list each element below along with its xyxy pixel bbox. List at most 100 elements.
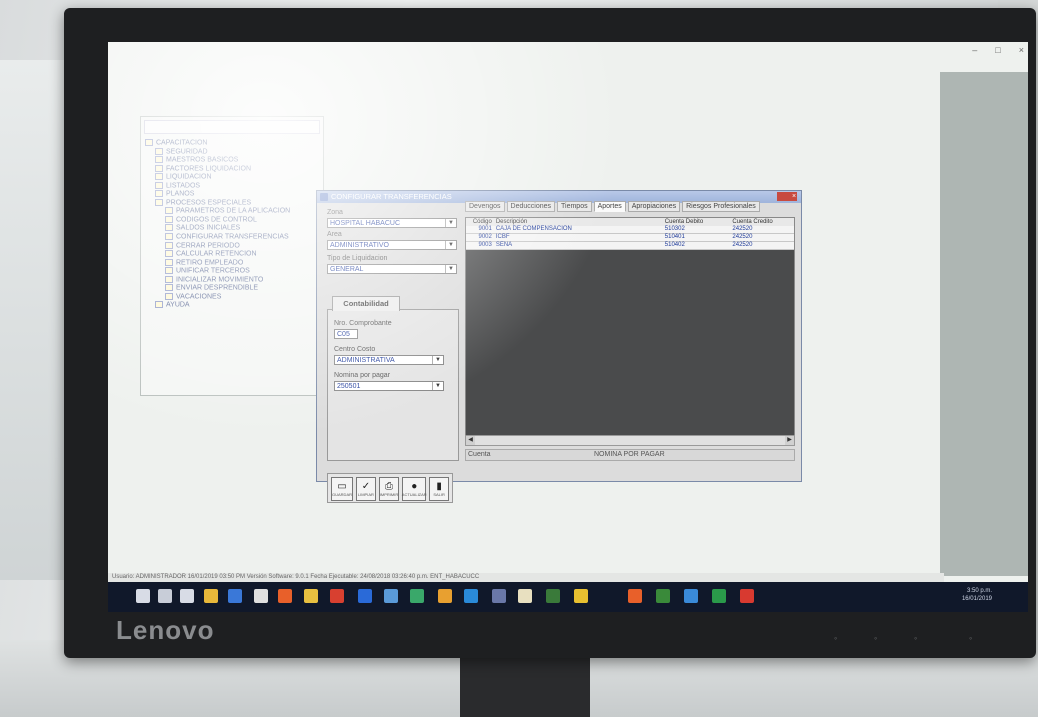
taskbar-app-icon[interactable]	[158, 589, 172, 603]
guardar-button[interactable]: ▭ GUARDAR	[331, 477, 354, 501]
taskbar-app-icon[interactable]	[712, 589, 726, 603]
taskbar-app-icon[interactable]	[684, 589, 698, 603]
tab-contabilidad[interactable]: Contabilidad	[332, 296, 400, 311]
taskbar-app-icon[interactable]	[278, 589, 292, 603]
tab-riesgos-profesionales[interactable]: Riesgos Profesionales	[682, 201, 760, 212]
taskbar-app-icon[interactable]	[492, 589, 506, 603]
table-row[interactable]: 9002 ICBF 510401 242520	[466, 234, 794, 242]
nomina-select[interactable]: 250501 ▼	[334, 381, 444, 391]
taskbar-clock[interactable]: 3:50 p.m. 16/01/2019	[962, 587, 992, 603]
scroll-right-icon[interactable]: ▶	[785, 436, 794, 445]
tree-item[interactable]: LIQUIDACION	[145, 173, 290, 182]
tree-item[interactable]: PLANOS	[145, 190, 290, 199]
tree-item-label: UNIFICAR TERCEROS	[176, 267, 250, 275]
tree-item[interactable]: SEGURIDAD	[145, 147, 290, 157]
taskbar-app-icon[interactable]	[204, 589, 218, 603]
tree-item[interactable]: PARAMETROS DE LA APLICACION	[145, 207, 290, 216]
taskbar-app-icon[interactable]	[304, 589, 318, 603]
monitor-button[interactable]: ◦	[914, 634, 924, 643]
tree-items: CAPACITACION SEGURIDAD MAESTROS BASICOS FAC…	[145, 139, 290, 310]
guardar-caption: GUARDAR	[332, 491, 353, 497]
tree-item-label: CALCULAR RETENCION	[176, 250, 257, 258]
tree-item[interactable]: UNIFICAR TERCEROS	[145, 267, 290, 276]
tab-devengos[interactable]: Devengos	[465, 201, 505, 212]
tree-item[interactable]: CAPACITACION	[145, 139, 290, 148]
tree-item[interactable]: LISTADOS	[145, 181, 290, 191]
dialog-close-button[interactable]: ×	[777, 192, 797, 201]
monitor-button[interactable]: ◦	[834, 634, 844, 643]
cell-credito: 242520	[732, 234, 753, 240]
tree-search-input[interactable]	[144, 120, 320, 134]
tipo-liquidacion-select[interactable]: GENERAL ▼	[327, 264, 457, 274]
taskbar-app-icon[interactable]	[438, 589, 452, 603]
folder-icon	[165, 267, 173, 275]
comprobante-input[interactable]: C05	[334, 329, 358, 339]
salir-caption: SALIR	[433, 491, 445, 497]
tree-item[interactable]: MAESTROS BASICOS	[145, 156, 290, 165]
tree-item[interactable]: FACTORES LIQUIDACION	[145, 164, 290, 174]
taskbar-app-icon[interactable]	[330, 589, 344, 603]
taskbar-app-icon[interactable]	[410, 589, 424, 603]
imprimir-button[interactable]: ⎙ IMPRIMIR	[378, 477, 400, 501]
maximize-button[interactable]: □	[995, 45, 1000, 55]
tab-aportes[interactable]: Aportes	[593, 201, 626, 212]
area-select[interactable]: ADMINISTRATIVO ▼	[327, 240, 457, 250]
tree-item[interactable]: CODIGOS DE CONTROL	[145, 215, 290, 225]
taskbar-app-icon[interactable]	[358, 589, 372, 603]
tab-deducciones[interactable]: Deducciones	[506, 201, 555, 212]
taskbar-app-icon[interactable]	[628, 589, 642, 603]
taskbar-app-icon[interactable]	[574, 589, 588, 603]
taskbar-app-icon[interactable]	[180, 589, 194, 603]
contabilidad-group: Contabilidad Nro. Comprobante C05 Centro…	[327, 296, 459, 461]
table-row[interactable]: 9003 SENA 510402 242520	[466, 242, 794, 250]
taskbar-app-icon[interactable]	[254, 589, 268, 603]
header-descripcion[interactable]: Descripción	[494, 218, 663, 226]
actualizar-button[interactable]: ● ACTUALIZAR	[402, 477, 427, 501]
centro-costo-select[interactable]: ADMINISTRATIVA ▼	[334, 355, 444, 365]
tree-item[interactable]: ENVIAR DESPRENDIBLE	[145, 284, 290, 293]
tree-item[interactable]: CALCULAR RETENCION	[145, 250, 290, 259]
taskbar-app-icon[interactable]	[464, 589, 478, 603]
taskbar-app-icon[interactable]	[136, 589, 150, 603]
tab-apropiaciones[interactable]: Apropiaciones	[627, 201, 681, 212]
tree-item-label: INICIALIZAR MOVIMIENTO	[176, 276, 264, 284]
taskbar-app-icon[interactable]	[518, 589, 532, 603]
taskbar-app-icon[interactable]	[228, 589, 242, 603]
tree-item[interactable]: RETIRO EMPLEADO	[145, 258, 290, 268]
close-window-button[interactable]: ×	[1019, 45, 1024, 55]
tree-item[interactable]: PROCESOS ESPECIALES	[145, 198, 290, 208]
scroll-left-icon[interactable]: ◀	[466, 436, 475, 445]
salir-button[interactable]: ▮ SALIR	[429, 477, 449, 501]
taskbar-app-icon[interactable]	[740, 589, 754, 603]
tree-item[interactable]: CERRAR PERIODO	[145, 241, 290, 251]
tree-item[interactable]: INICIALIZAR MOVIMIENTO	[145, 275, 290, 285]
minimize-button[interactable]: –	[972, 45, 977, 55]
header-cuenta-debito[interactable]: Cuenta Debito	[663, 218, 731, 226]
table-row[interactable]: 9001 CAJA DE COMPENSACION 510302 242520	[466, 226, 794, 234]
status-account-name: NOMINA POR PAGAR	[594, 451, 665, 458]
taskbar-app-icon[interactable]	[546, 589, 560, 603]
tab-tiempos[interactable]: Tiempos	[557, 201, 592, 212]
header-cuenta-credito[interactable]: Cuenta Credito	[730, 218, 794, 226]
cell-descripcion: CAJA DE COMPENSACION	[495, 226, 572, 232]
header-codigo[interactable]: Código	[466, 218, 494, 226]
grid-header: Código Descripción Cuenta Debito Cuenta …	[466, 218, 794, 226]
monitor-power-button[interactable]: ◦	[969, 634, 979, 643]
cell-debito: 510402	[664, 242, 685, 248]
tree-item-label: PARAMETROS DE LA APLICACION	[176, 207, 291, 215]
area-label: Area	[327, 231, 342, 238]
tree-item[interactable]: SALDOS INICIALES	[145, 224, 290, 233]
tree-item-label: CONFIGURAR TRANSFERENCIAS	[176, 233, 289, 241]
folder-icon	[165, 250, 173, 258]
zona-select[interactable]: HOSPITAL HABACUC ▼	[327, 218, 457, 228]
cell-codigo: 9002	[478, 234, 492, 240]
nomina-value: 250501	[337, 383, 361, 390]
monitor-button[interactable]: ◦	[874, 634, 884, 643]
tree-item[interactable]: VACACIONES	[145, 292, 290, 302]
taskbar-app-icon[interactable]	[384, 589, 398, 603]
horizontal-scrollbar[interactable]: ◀ ▶	[465, 435, 795, 446]
tree-item[interactable]: AYUDA	[145, 301, 290, 310]
tree-item[interactable]: CONFIGURAR TRANSFERENCIAS	[145, 233, 290, 242]
limpiar-button[interactable]: ✓ LIMPIAR	[356, 477, 376, 501]
taskbar-app-icon[interactable]	[656, 589, 670, 603]
